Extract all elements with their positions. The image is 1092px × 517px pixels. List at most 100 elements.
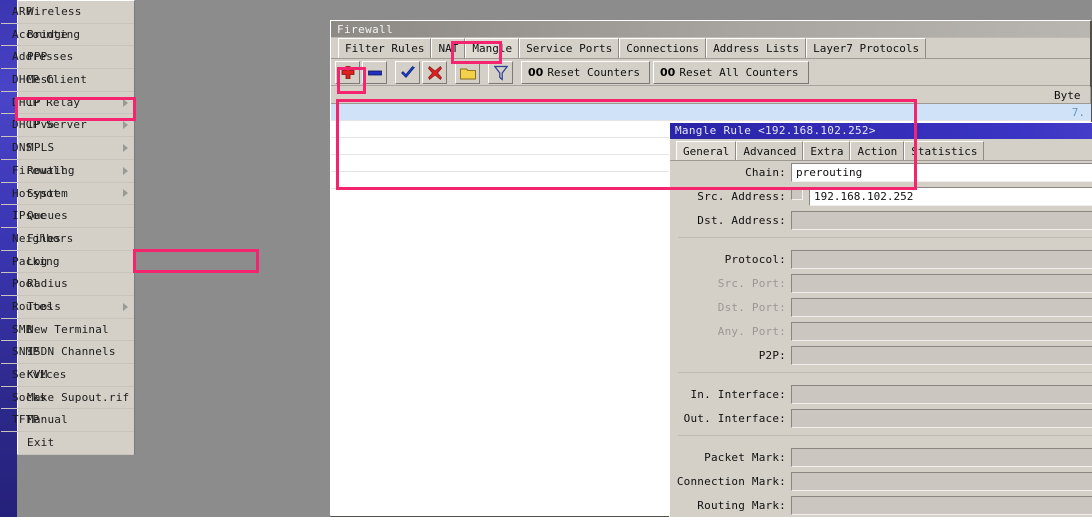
field-control: prerouting [791, 163, 1092, 183]
input-value-chain: prerouting [796, 166, 863, 179]
ip-submenu-item-label: SNMP [12, 345, 40, 359]
enable-icon[interactable] [395, 61, 420, 84]
ip-submenu-item-smb[interactable]: SMB [1, 319, 121, 342]
negate-checkbox-src-address[interactable] [791, 188, 803, 200]
input-routing-mark[interactable] [791, 496, 1092, 515]
form-row: Connection Mark: [670, 472, 1092, 494]
ip-submenu-item-neighbors[interactable]: Neighbors [1, 228, 121, 251]
field-control [791, 322, 1092, 342]
add-icon[interactable] [335, 61, 360, 84]
ip-submenu-item-arp[interactable]: ARP [1, 1, 121, 24]
ip-submenu-item-label: Socks [12, 390, 47, 404]
ip-submenu-item-dhcp-server[interactable]: DHCP Server [1, 114, 121, 138]
input-p2p[interactable] [791, 346, 1092, 365]
main-menu-item-exit[interactable]: Exit [18, 432, 134, 455]
ip-submenu-item-snmp[interactable]: SNMP [1, 341, 121, 364]
ip-submenu-item-dns[interactable]: DNS [1, 137, 121, 160]
ip-submenu-item-routes[interactable]: Routes [1, 296, 121, 319]
firewall-tab-connections[interactable]: Connections [619, 38, 707, 58]
firewall-tab-service-ports[interactable]: Service Ports [519, 38, 620, 58]
ip-submenu-item-addresses[interactable]: Addresses [1, 46, 121, 70]
ip-submenu-item-dhcp-relay[interactable]: DHCP Relay [1, 92, 121, 115]
chevron-right-icon [123, 143, 128, 152]
reset-counters-button[interactable]: 00 Reset Counters [521, 61, 651, 84]
mangle-tab-general[interactable]: General [676, 141, 737, 160]
mangle-rules-table-header: Byte [331, 87, 1091, 104]
input-connection-mark[interactable] [791, 472, 1092, 491]
input-dst-address[interactable] [791, 211, 1092, 230]
chevron-right-icon [123, 166, 128, 175]
firewall-tab-filter-rules[interactable]: Filter Rules [338, 38, 432, 58]
form-row: Dst. Port: [670, 298, 1092, 320]
input-src-address[interactable]: 192.168.102.252 [809, 187, 1092, 206]
ip-submenu-item-label: Hotspot [12, 186, 60, 200]
field-control [791, 409, 1092, 429]
field-control [791, 448, 1092, 468]
ip-submenu-item-hotspot[interactable]: Hotspot [1, 183, 121, 206]
form-row: Routing Mark: [670, 496, 1092, 517]
firewall-toolbar[interactable]: 00 Reset Counters 00 Reset All Counters [331, 59, 1090, 86]
form-row: Out. Interface: [670, 409, 1092, 431]
table-row[interactable]: 7. [331, 104, 1091, 121]
field-control [791, 298, 1092, 318]
ip-submenu-item-firewall[interactable]: Firewall [1, 160, 121, 183]
ip-submenu-item-services[interactable]: Services [1, 364, 121, 387]
field-label: Src. Address: [697, 190, 786, 203]
ip-submenu-item-dhcp-client[interactable]: DHCP Client [1, 69, 121, 92]
firewall-tab-mangle[interactable]: Mangle [465, 38, 520, 58]
field-group-separator [670, 372, 1092, 383]
filter-icon[interactable] [488, 61, 513, 84]
input-chain[interactable]: prerouting [791, 163, 1092, 182]
firewall-tab-nat[interactable]: NAT [431, 38, 466, 58]
input-protocol[interactable] [791, 250, 1092, 269]
chevron-right-icon [123, 302, 128, 311]
ip-submenu-item-label: Routes [12, 299, 53, 313]
column-header-byte[interactable]: Byte [1049, 87, 1091, 104]
mangle-tab-action[interactable]: Action [850, 141, 905, 160]
ip-submenu-item-tftp[interactable]: TFTP [1, 409, 121, 433]
field-label: Chain: [745, 166, 786, 179]
chevron-right-icon [123, 121, 128, 130]
field-control [791, 274, 1092, 294]
mangle-tab-advanced[interactable]: Advanced [736, 141, 804, 160]
input-src-port [791, 274, 1092, 293]
ip-submenu-item-accounting[interactable]: Accounting [1, 24, 121, 47]
chevron-right-icon [123, 189, 128, 198]
ip-submenu-item-packing[interactable]: Packing [1, 251, 121, 274]
ip-submenu-item-socks[interactable]: Socks [1, 387, 121, 410]
reset-all-counters-button-label: Reset All Counters [679, 66, 799, 79]
input-out-interface[interactable] [791, 409, 1092, 428]
firewall-tab-bar[interactable]: Filter Rules NAT Mangle Service Ports Connec… [331, 38, 1090, 59]
field-control [791, 496, 1092, 516]
comment-icon[interactable] [455, 61, 480, 84]
input-packet-mark[interactable] [791, 448, 1092, 467]
divider [678, 372, 1092, 373]
mangle-rule-dialog-titlebar[interactable]: Mangle Rule <192.168.102.252> [670, 123, 1092, 139]
firewall-window-title[interactable]: Firewall [331, 21, 1090, 38]
ip-submenu-item-label: Accounting [12, 27, 81, 41]
disable-icon[interactable] [422, 61, 447, 84]
divider [678, 435, 1092, 436]
reset-all-counters-button[interactable]: 00 Reset All Counters [653, 61, 809, 84]
field-control [791, 211, 1092, 231]
divider [678, 237, 1092, 238]
field-label: Dst. Port: [717, 301, 786, 314]
mangle-tab-extra[interactable]: Extra [803, 141, 851, 160]
firewall-tab-layer7-protocols[interactable]: Layer7 Protocols [806, 38, 927, 58]
ip-submenu-item-label: Pool [12, 277, 40, 291]
ip-submenu[interactable]: ARP Accounting Addresses DHCP Client DHCP Re… [0, 0, 122, 433]
input-in-interface[interactable] [791, 385, 1092, 404]
ip-submenu-item-pool[interactable]: Pool [1, 273, 121, 296]
mangle-tab-statistics[interactable]: Statistics [904, 141, 985, 160]
remove-icon[interactable] [362, 61, 387, 84]
firewall-window[interactable]: Firewall Filter Rules NAT Mangle Service Po… [330, 20, 1092, 517]
form-row: Any. Port: [670, 322, 1092, 344]
ip-submenu-item-ipsec[interactable]: IPsec [1, 205, 121, 228]
main-menu-item-label: Exit [27, 436, 55, 450]
ip-submenu-item-label: Packing [12, 254, 60, 268]
field-control: 192.168.102.252 [791, 187, 1092, 207]
field-label: Any. Port: [717, 325, 786, 338]
mangle-rule-tab-bar[interactable]: General Advanced Extra Action Statistics [670, 141, 1092, 161]
mangle-rule-dialog[interactable]: Mangle Rule <192.168.102.252> General Adv… [669, 122, 1092, 517]
firewall-tab-address-lists[interactable]: Address Lists [706, 38, 807, 58]
